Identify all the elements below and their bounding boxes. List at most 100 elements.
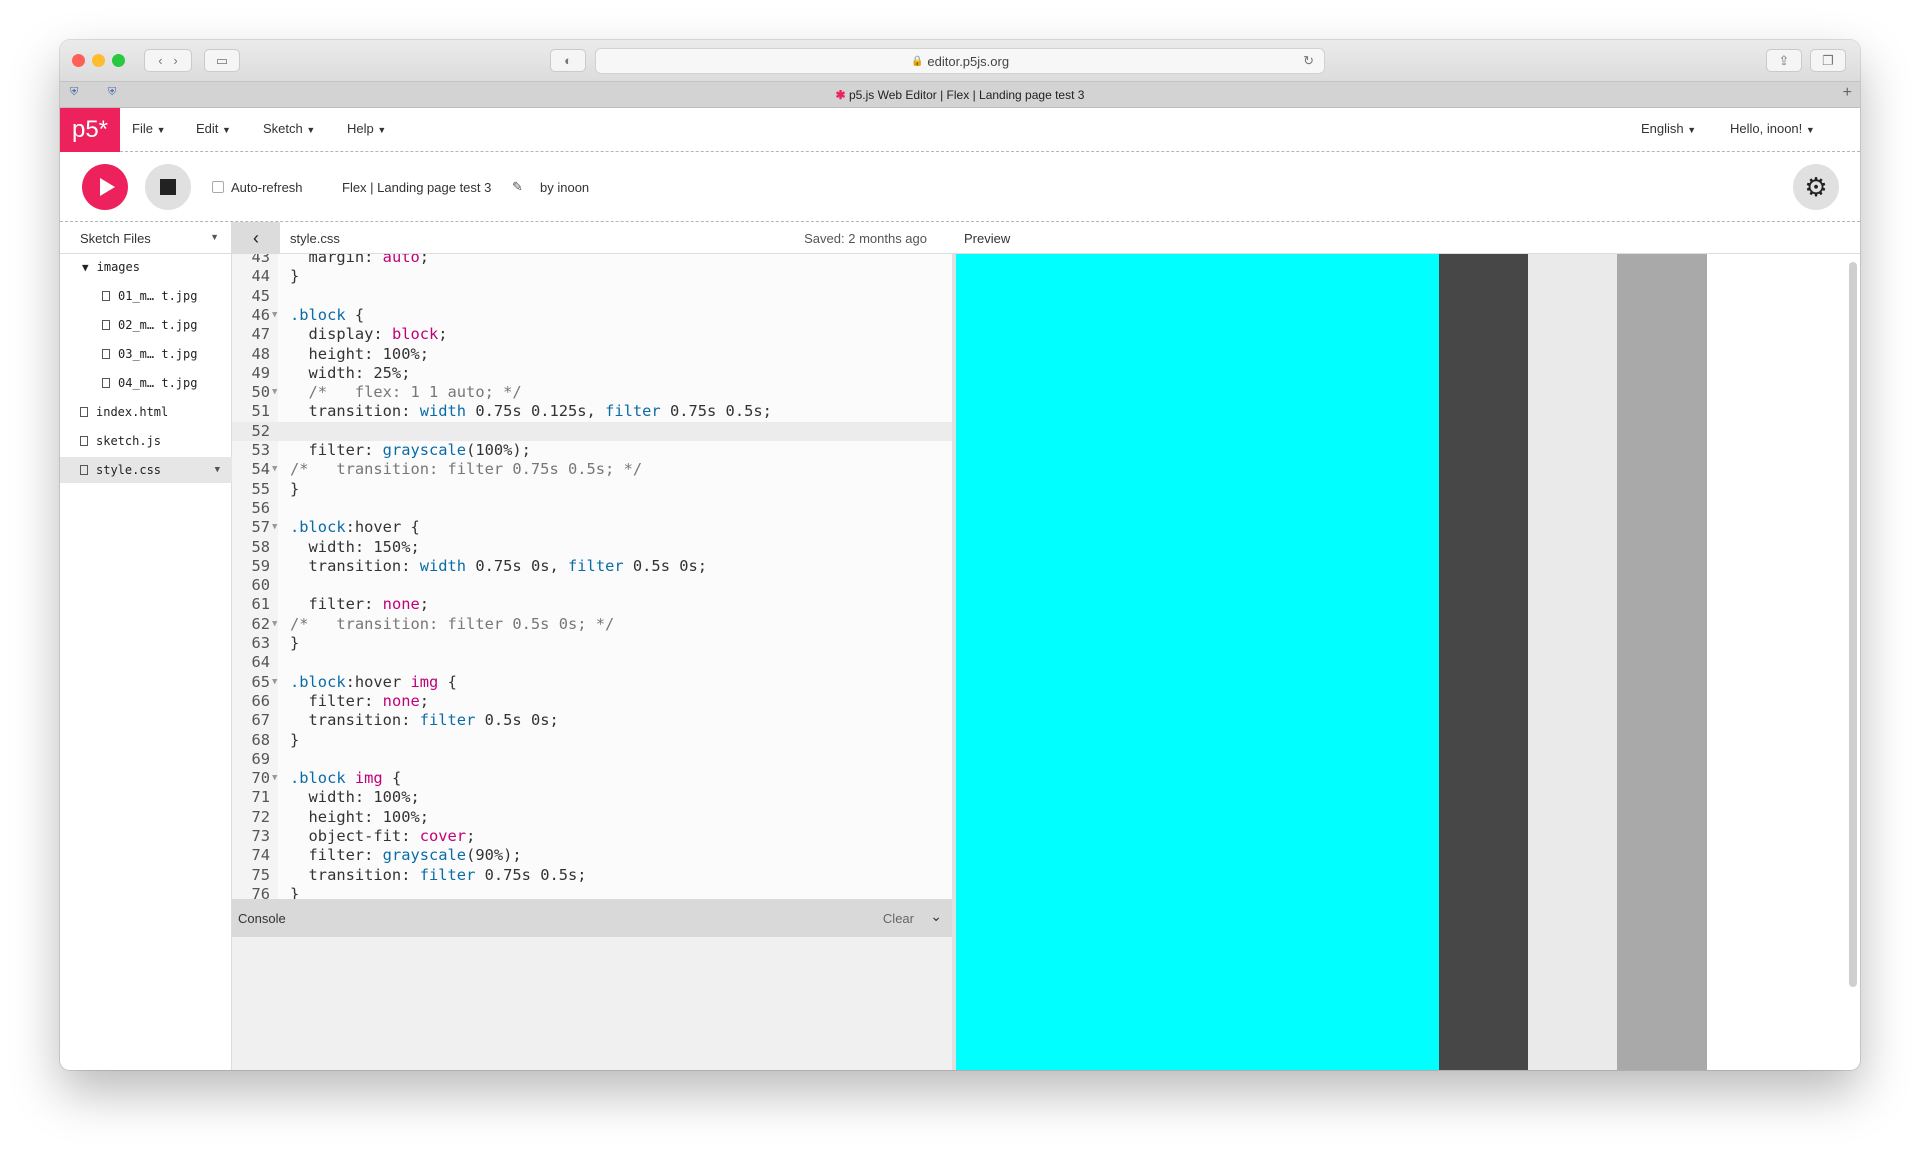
code-line[interactable]: 44} <box>232 267 952 286</box>
code-line[interactable]: 52 <box>232 421 952 441</box>
code-line[interactable]: 66 filter: none; <box>232 692 952 711</box>
sketch-files-header[interactable]: Sketch Files ▼ <box>60 222 231 254</box>
code-line[interactable]: 67 transition: filter 0.5s 0s; <box>232 711 952 730</box>
code-editor[interactable]: 43 margin: auto; 44} 45 46 ▼ .block {47 displ… <box>232 254 952 899</box>
code-line[interactable]: 63} <box>232 634 952 653</box>
folder-images[interactable]: ▼ images <box>60 254 232 280</box>
sidebar-toggle-icon[interactable]: ▭ <box>204 49 240 72</box>
fold-icon[interactable]: ▼ <box>272 460 277 479</box>
line-number: 71 <box>251 788 270 807</box>
top-nav: p5* File ▼ Edit ▼ Sketch ▼ Help ▼ Englis… <box>60 108 1860 152</box>
file-item[interactable]: 02_m… t.jpg <box>60 312 232 338</box>
code-line[interactable]: 71 width: 100%; <box>232 788 952 807</box>
fold-icon[interactable]: ▼ <box>272 769 277 788</box>
chevron-left-icon: ‹ <box>253 227 259 248</box>
play-button[interactable] <box>82 164 128 210</box>
new-tab-icon[interactable]: + <box>1843 84 1852 102</box>
auto-refresh-checkbox[interactable] <box>212 181 224 193</box>
chevron-down-icon[interactable]: ▼ <box>215 465 220 475</box>
fold-icon[interactable]: ▼ <box>272 673 277 692</box>
shield-icon[interactable]: ◐ <box>550 49 586 72</box>
code-line[interactable]: 59 transition: width 0.75s 0s, filter 0.… <box>232 557 952 576</box>
sketch-author: by inoon <box>540 180 590 195</box>
back-forward-buttons[interactable]: ‹ › <box>144 49 192 72</box>
address-bar[interactable]: 🔒 editor.p5js.org ↻ <box>595 48 1325 74</box>
code-line[interactable]: 55} <box>232 480 952 499</box>
code-line[interactable]: 49 width: 25%; <box>232 364 952 383</box>
code-line[interactable]: 75 transition: filter 0.75s 0.5s; <box>232 866 952 885</box>
user-menu[interactable]: Hello, inoon! ▼ <box>1730 121 1815 136</box>
fold-icon[interactable]: ▼ <box>272 518 277 537</box>
file-item-selected[interactable]: style.css ▼ <box>60 457 232 483</box>
menu-sketch[interactable]: Sketch ▼ <box>263 121 315 136</box>
file-item[interactable]: index.html <box>60 399 232 425</box>
file-label: style.css <box>96 463 162 477</box>
sketch-files-title: Sketch Files <box>80 231 151 246</box>
preview-block[interactable] <box>1438 254 1528 1070</box>
code-line[interactable]: 60 <box>232 576 952 595</box>
code-line[interactable]: 74 filter: grayscale(90%); <box>232 846 952 865</box>
menu-help-label: Help <box>347 121 374 136</box>
code-line[interactable]: 48 height: 100%; <box>232 345 952 364</box>
file-item[interactable]: 04_m… t.jpg <box>60 370 232 396</box>
code-line[interactable]: 61 filter: none; <box>232 595 952 614</box>
menu-help[interactable]: Help ▼ <box>347 121 386 136</box>
settings-button[interactable]: ⚙ <box>1793 164 1839 210</box>
code-line[interactable]: 62 ▼ /* transition: filter 0.5s 0s; */ <box>232 615 952 634</box>
code-line[interactable]: 68} <box>232 731 952 750</box>
preview-block[interactable] <box>1617 254 1707 1070</box>
preview-block[interactable] <box>1527 254 1618 1070</box>
reload-icon[interactable]: ↻ <box>1303 53 1314 69</box>
code-line[interactable]: 57 ▼ .block:hover { <box>232 518 952 537</box>
collapse-sidebar-button[interactable]: ‹ <box>232 222 280 254</box>
zoom-window-button[interactable] <box>112 54 125 67</box>
file-item[interactable]: 03_m… t.jpg <box>60 341 232 367</box>
back-icon[interactable]: ‹ <box>158 53 162 68</box>
edit-name-icon[interactable]: ✎ <box>512 179 523 195</box>
code-line[interactable]: 73 object-fit: cover; <box>232 827 952 846</box>
preview-frame[interactable] <box>952 254 1860 1070</box>
code-line[interactable]: 53 filter: grayscale(100%); <box>232 441 952 460</box>
code-line[interactable]: 46 ▼ .block { <box>232 306 952 325</box>
language-selector[interactable]: English ▼ <box>1641 121 1696 136</box>
chevron-down-icon[interactable]: ⌄ <box>930 908 942 925</box>
code-line[interactable]: 58 width: 150%; <box>232 538 952 557</box>
chevron-down-icon[interactable]: ▼ <box>210 232 219 242</box>
code-line[interactable]: 47 display: block; <box>232 325 952 344</box>
file-item[interactable]: 01_m… t.jpg <box>60 283 232 309</box>
line-number: 51 <box>251 402 270 421</box>
p5-logo[interactable]: p5* <box>60 108 120 152</box>
preview-block[interactable] <box>956 254 1439 1070</box>
code-line[interactable]: 76} <box>232 885 952 899</box>
code-line[interactable]: 50 ▼ /* flex: 1 1 auto; */ <box>232 383 952 402</box>
menu-file[interactable]: File ▼ <box>132 121 166 136</box>
line-number: 48 <box>251 344 270 363</box>
file-icon <box>102 349 110 359</box>
code-line[interactable]: 70 ▼ .block img { <box>232 769 952 788</box>
stop-button[interactable] <box>145 164 191 210</box>
minimize-window-button[interactable] <box>92 54 105 67</box>
code-line[interactable]: 72 height: 100%; <box>232 808 952 827</box>
fold-icon[interactable]: ▼ <box>272 383 277 402</box>
active-tab[interactable]: ✱ p5.js Web Editor | Flex | Landing page… <box>60 88 1860 102</box>
fold-icon[interactable]: ▼ <box>272 306 277 325</box>
console-clear-button[interactable]: Clear <box>883 911 914 926</box>
forward-icon[interactable]: › <box>173 53 177 68</box>
menu-edit[interactable]: Edit ▼ <box>196 121 231 136</box>
tabs-overview-icon[interactable]: ❐ <box>1810 49 1846 72</box>
code-line[interactable]: 65 ▼ .block:hover img { <box>232 673 952 692</box>
code-line[interactable]: 54 ▼ /* transition: filter 0.75s 0.5s; */ <box>232 460 952 479</box>
code-line[interactable]: 56 <box>232 499 952 518</box>
code-line[interactable]: 64 <box>232 653 952 672</box>
code-line[interactable]: 51 transition: width 0.75s 0.125s, filte… <box>232 402 952 421</box>
sketch-name[interactable]: Flex | Landing page test 3 <box>342 180 491 195</box>
file-item[interactable]: sketch.js <box>60 428 232 454</box>
code-line[interactable]: 45 <box>232 287 952 306</box>
code-line[interactable]: 69 <box>232 750 952 769</box>
fold-icon[interactable]: ▼ <box>272 615 277 634</box>
preview-scrollbar[interactable] <box>1849 262 1857 987</box>
close-window-button[interactable] <box>72 54 85 67</box>
code-line[interactable]: 43 margin: auto; <box>232 254 952 267</box>
line-number: 65 <box>251 672 270 691</box>
share-icon[interactable]: ⇪ <box>1766 49 1802 72</box>
